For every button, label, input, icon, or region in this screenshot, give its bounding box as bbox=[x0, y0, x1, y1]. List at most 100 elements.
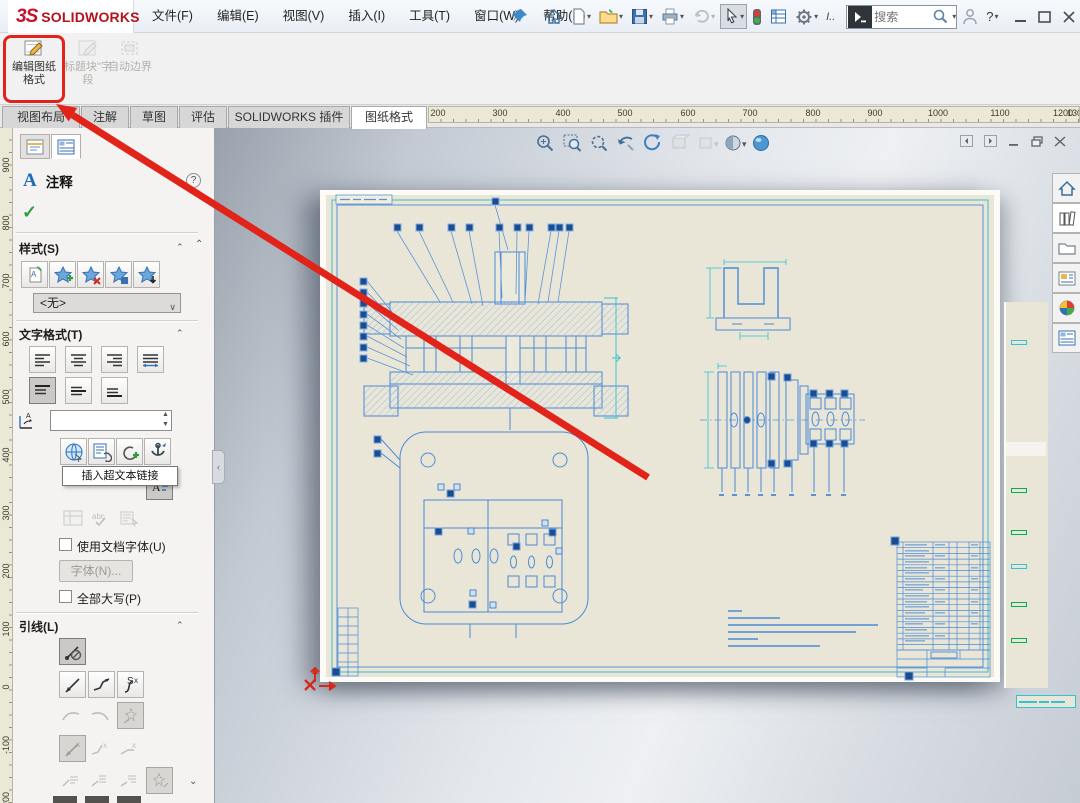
select-tool-button[interactable]: ▾ bbox=[720, 4, 747, 29]
design-library-button[interactable] bbox=[1052, 203, 1080, 233]
undo-caret-icon[interactable]: ▾ bbox=[711, 12, 715, 21]
menu-file[interactable]: 文件(F) bbox=[140, 0, 205, 33]
propertymanager-tab[interactable] bbox=[51, 134, 81, 159]
graphics-area[interactable]: ‹ ▾ ▾ bbox=[215, 128, 1080, 803]
insert-hyperlink-button[interactable] bbox=[60, 438, 87, 465]
minimize-button[interactable] bbox=[1014, 11, 1028, 23]
no-leader-button[interactable] bbox=[59, 638, 86, 665]
tab-evaluate[interactable]: 评估 bbox=[179, 106, 227, 128]
rotate-view-icon[interactable] bbox=[643, 133, 663, 153]
view-palette-button[interactable] bbox=[1052, 263, 1080, 293]
tab-view-layout[interactable]: 视图布局 bbox=[2, 106, 80, 128]
leader-collapse-icon[interactable]: ⌃ bbox=[176, 620, 184, 631]
style-collapse-icon[interactable]: ⌃ bbox=[176, 242, 184, 253]
sw-resources-button[interactable] bbox=[1052, 173, 1080, 203]
menu-insert[interactable]: 插入(I) bbox=[336, 0, 397, 33]
align-middle-button[interactable] bbox=[65, 377, 92, 404]
edit-sheet-format-button[interactable]: 编辑图纸格式 bbox=[8, 38, 60, 87]
tab-sketch[interactable]: 草图 bbox=[130, 106, 178, 128]
use-document-font-checkbox[interactable] bbox=[59, 538, 72, 551]
align-bottom-button[interactable] bbox=[101, 377, 128, 404]
search-icon[interactable] bbox=[932, 8, 949, 25]
new-document-button[interactable]: ▾ bbox=[568, 4, 594, 29]
text-format-collapse-icon[interactable]: ⌃ bbox=[176, 328, 184, 339]
pane-right-button[interactable] bbox=[984, 135, 997, 147]
align-center-button[interactable] bbox=[65, 346, 92, 373]
user-account-icon[interactable] bbox=[959, 4, 981, 29]
tab-sw-addins[interactable]: SOLIDWORKS 插件 bbox=[228, 106, 350, 128]
menu-tools[interactable]: 工具(T) bbox=[397, 0, 462, 33]
custom-properties-button[interactable] bbox=[1052, 323, 1080, 353]
featuremanager-tab[interactable] bbox=[20, 134, 50, 159]
zoom-in-out-icon[interactable] bbox=[589, 133, 609, 153]
angle-spinner[interactable]: ▲▼ bbox=[159, 411, 172, 428]
panel-scroll-up-icon[interactable]: ⌃ bbox=[195, 239, 203, 250]
new-caret-icon[interactable]: ▾ bbox=[587, 12, 591, 21]
bom-table-button[interactable] bbox=[767, 4, 790, 29]
save-button[interactable]: ▾ bbox=[628, 4, 656, 29]
bent-leader-button[interactable] bbox=[88, 671, 115, 698]
link-to-property-button[interactable] bbox=[88, 438, 115, 465]
tab-sheet-format[interactable]: 图纸格式 bbox=[351, 106, 427, 129]
save-caret-icon[interactable]: ▾ bbox=[649, 12, 653, 21]
display-style-icon[interactable]: ▾ bbox=[724, 133, 744, 153]
file-explorer-button[interactable] bbox=[1052, 233, 1080, 263]
home-button[interactable] bbox=[542, 4, 566, 29]
style-dropdown[interactable]: <无> ∨ bbox=[33, 293, 181, 313]
edit-appearance-icon[interactable] bbox=[751, 133, 771, 153]
options-caret-icon[interactable]: ▾ bbox=[814, 12, 818, 21]
help-menu[interactable]: ?▾ bbox=[983, 4, 1001, 29]
panel-collapse-handle[interactable]: ‹ bbox=[212, 450, 225, 484]
appearances-button[interactable] bbox=[1052, 293, 1080, 323]
panel-scroll-down-icon[interactable]: ⌄ bbox=[189, 776, 197, 787]
align-top-button[interactable] bbox=[29, 377, 56, 404]
insert-field-button[interactable] bbox=[116, 438, 143, 465]
pane-left-button[interactable] bbox=[960, 135, 973, 147]
print-button[interactable]: ▾ bbox=[658, 4, 687, 29]
ok-check-icon[interactable]: ✓ bbox=[22, 202, 37, 223]
select-caret-icon[interactable]: ▾ bbox=[740, 12, 744, 21]
doc-close-button[interactable] bbox=[1054, 136, 1066, 147]
all-caps-checkbox[interactable] bbox=[59, 590, 72, 603]
doc-restore-button[interactable] bbox=[1031, 136, 1043, 147]
spline-leader-button[interactable]: xS bbox=[117, 671, 144, 698]
menu-view[interactable]: 视图(V) bbox=[271, 0, 337, 33]
open-button[interactable]: ▾ bbox=[596, 4, 626, 29]
print-caret-icon[interactable]: ▾ bbox=[680, 12, 684, 21]
justify-fit-button[interactable] bbox=[137, 346, 164, 373]
align-left-button[interactable] bbox=[29, 346, 56, 373]
maximize-button[interactable] bbox=[1038, 11, 1052, 23]
angle-input[interactable] bbox=[50, 410, 172, 431]
apply-default-style-button[interactable]: A bbox=[21, 261, 48, 288]
doc-minimize-button[interactable] bbox=[1008, 136, 1020, 147]
search-box[interactable]: ▾ bbox=[846, 5, 957, 29]
lock-anchor-button[interactable] bbox=[144, 438, 171, 465]
add-style-button[interactable] bbox=[49, 261, 76, 288]
drawing-sheet[interactable] bbox=[320, 190, 1000, 682]
previous-view-icon[interactable] bbox=[616, 133, 636, 153]
interference-check-icon[interactable] bbox=[749, 4, 765, 29]
menu-edit[interactable]: 编辑(E) bbox=[205, 0, 271, 33]
automatic-border-label: 自动边界 bbox=[104, 61, 156, 74]
tab-annotation[interactable]: 注解 bbox=[81, 106, 129, 128]
ruler-label: 400 bbox=[1, 440, 11, 470]
save-style-button[interactable] bbox=[105, 261, 132, 288]
pin-menu-icon[interactable] bbox=[512, 8, 528, 24]
help-caret-icon[interactable]: ▾ bbox=[995, 12, 999, 21]
straight-leader-button[interactable] bbox=[59, 671, 86, 698]
dimxpert-tool[interactable]: I.. bbox=[823, 4, 838, 29]
close-button[interactable] bbox=[1062, 11, 1076, 23]
undo-button[interactable]: ▾ bbox=[689, 4, 718, 29]
search-command-icon[interactable] bbox=[848, 6, 872, 28]
ruler-label: 500 bbox=[617, 108, 632, 118]
open-caret-icon[interactable]: ▾ bbox=[619, 12, 623, 21]
load-style-button[interactable] bbox=[133, 261, 160, 288]
zoom-area-icon[interactable] bbox=[562, 133, 582, 153]
zoom-fit-icon[interactable] bbox=[535, 133, 555, 153]
search-input[interactable] bbox=[874, 10, 930, 24]
options-button[interactable]: ▾ bbox=[792, 4, 821, 29]
delete-style-button[interactable] bbox=[77, 261, 104, 288]
align-right-button[interactable] bbox=[101, 346, 128, 373]
panel-help-icon[interactable]: ? bbox=[186, 173, 201, 188]
search-caret-icon[interactable]: ▾ bbox=[952, 12, 956, 21]
